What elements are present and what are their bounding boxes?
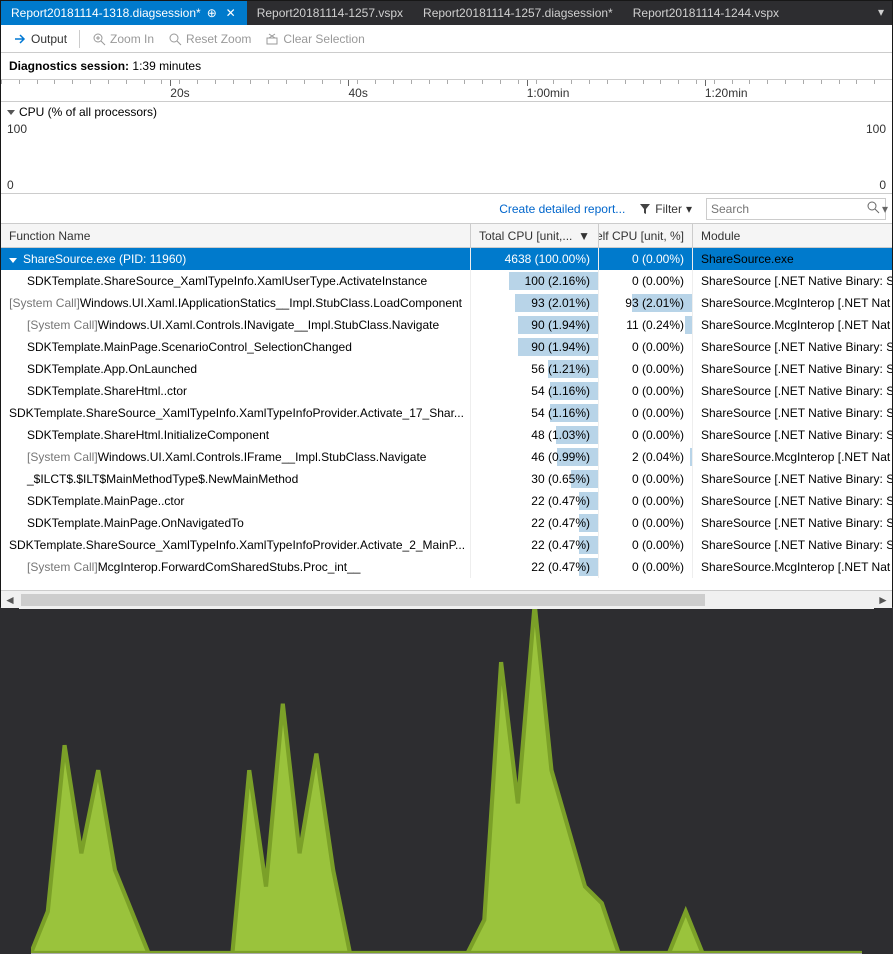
cell-self-cpu: 0 (0.00%) [599,358,693,380]
tick-label: 1:00min [527,86,570,100]
chevron-down-icon[interactable]: ▾ [882,202,888,216]
cell-self-cpu: 0 (0.00%) [599,380,693,402]
collapse-icon [7,110,15,115]
tick-label: 20s [170,86,189,100]
cell-total-cpu: 93 (2.01%) [471,292,599,314]
cell-total-cpu: 30 (0.65%) [471,468,599,490]
cpu-chart-header[interactable]: CPU (% of all processors) [1,102,892,122]
y-min-label-right: 0 [879,178,886,192]
cell-total-cpu: 4638 (100.00%) [471,248,599,270]
cell-total-cpu: 22 (0.47%) [471,512,599,534]
cell-self-cpu: 0 (0.00%) [599,468,693,490]
tab-label: Report20181114-1257.vspx [257,6,403,20]
cell-self-cpu: 0 (0.00%) [599,534,693,556]
tabbar-overflow-dropdown[interactable]: ▾ [870,1,892,25]
cell-total-cpu: 90 (1.94%) [471,336,599,358]
tick-label: 1:20min [705,86,748,100]
cell-total-cpu: 54 (1.16%) [471,402,599,424]
cell-self-cpu: 0 (0.00%) [599,424,693,446]
cell-total-cpu: 48 (1.03%) [471,424,599,446]
tab-bar: Report20181114-1318.diagsession*⊕✕Report… [1,1,892,25]
clear-selection-button[interactable]: Clear Selection [259,29,370,49]
tab-label: Report20181114-1257.diagsession* [423,6,613,20]
y-max-label-right: 100 [866,122,886,136]
cell-total-cpu: 54 (1.16%) [471,380,599,402]
cell-total-cpu: 22 (0.47%) [471,534,599,556]
y-max-label: 100 [7,122,27,136]
scroll-left-button[interactable]: ◄ [1,591,19,609]
output-button[interactable]: Output [7,29,73,49]
document-tab[interactable]: Report20181114-1257.vspx [247,1,413,25]
tab-label: Report20181114-1318.diagsession* [11,6,201,20]
document-tab[interactable]: Report20181114-1318.diagsession* ⊕ ✕ [1,1,247,25]
cell-self-cpu: 2 (0.04%) [599,446,693,468]
cell-total-cpu: 46 (0.99%) [471,446,599,468]
toolbar: Output Zoom In Reset Zoom Clear Selectio… [1,25,892,53]
scroll-right-button[interactable]: ► [874,591,892,609]
session-info: Diagnostics session: 1:39 minutes [1,53,892,80]
cell-self-cpu: 93 (2.01%) [599,292,693,314]
tab-label: Report20181114-1244.vspx [633,6,779,20]
clear-selection-icon [265,32,279,46]
cell-total-cpu: 22 (0.47%) [471,490,599,512]
document-tab[interactable]: Report20181114-1257.diagsession* [413,1,623,25]
cell-total-cpu: 100 (2.16%) [471,270,599,292]
cell-total-cpu: 22 (0.47%) [471,556,599,578]
document-tab[interactable]: Report20181114-1244.vspx [623,1,789,25]
zoom-in-button[interactable]: Zoom In [86,29,160,49]
expander-icon[interactable] [9,252,19,266]
tick-label: 40s [348,86,367,100]
arrow-right-icon [13,32,27,46]
y-min-label: 0 [7,178,14,192]
timeline-ruler[interactable]: 20s 40s 1:00min 1:20min [1,80,892,102]
cell-self-cpu: 0 (0.00%) [599,490,693,512]
cpu-chart[interactable] [31,122,862,954]
pin-icon[interactable]: ⊕ [207,6,219,20]
cell-self-cpu: 0 (0.00%) [599,270,693,292]
cpu-chart-section: CPU (% of all processors) 100 0 100 0 [1,102,892,194]
zoom-in-icon [92,32,106,46]
reset-zoom-icon [168,32,182,46]
horizontal-scrollbar[interactable]: ◄ ► [1,590,892,608]
cell-self-cpu: 0 (0.00%) [599,402,693,424]
cell-self-cpu: 0 (0.00%) [599,336,693,358]
cell-self-cpu: 0 (0.00%) [599,248,693,270]
cell-total-cpu: 90 (1.94%) [471,314,599,336]
cell-total-cpu: 56 (1.21%) [471,358,599,380]
cell-self-cpu: 11 (0.24%) [599,314,693,336]
search-icon [866,200,880,217]
cell-self-cpu: 0 (0.00%) [599,556,693,578]
cell-self-cpu: 0 (0.00%) [599,512,693,534]
reset-zoom-button[interactable]: Reset Zoom [162,29,257,49]
close-icon[interactable]: ✕ [225,6,237,20]
